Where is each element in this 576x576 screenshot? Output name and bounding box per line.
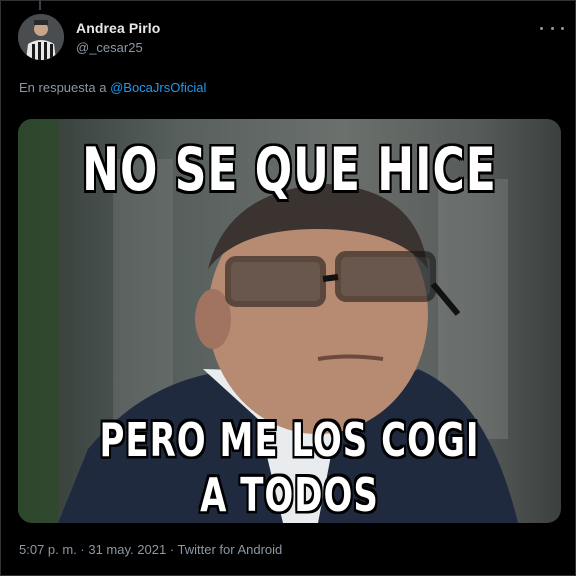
- user-handle[interactable]: @_cesar25: [76, 40, 143, 55]
- meme-caption-top: NO SE QUE HICE: [82, 136, 497, 205]
- meme-caption-bottom-line1: PERO ME LOS COGI: [99, 414, 480, 468]
- tweet-media-image[interactable]: NO SE QUE HICE PERO ME LOS COGI A TODOS: [18, 119, 561, 523]
- reply-prefix: En respuesta a: [19, 80, 107, 95]
- more-options-icon[interactable]: [540, 20, 564, 36]
- avatar[interactable]: [18, 14, 64, 60]
- meme-caption-bottom-line2: A TODOS: [200, 469, 379, 523]
- thread-connector-line: [39, 0, 41, 10]
- dot: [561, 26, 564, 30]
- reply-context: En respuesta a @BocaJrsOficial: [19, 80, 206, 95]
- reply-to-link[interactable]: @BocaJrsOficial: [110, 80, 206, 95]
- dot: [550, 26, 554, 30]
- tweet-timestamp[interactable]: 5:07 p. m. · 31 may. 2021 · Twitter for …: [19, 542, 282, 557]
- display-name[interactable]: Andrea Pirlo: [76, 20, 160, 36]
- dot: [540, 26, 543, 30]
